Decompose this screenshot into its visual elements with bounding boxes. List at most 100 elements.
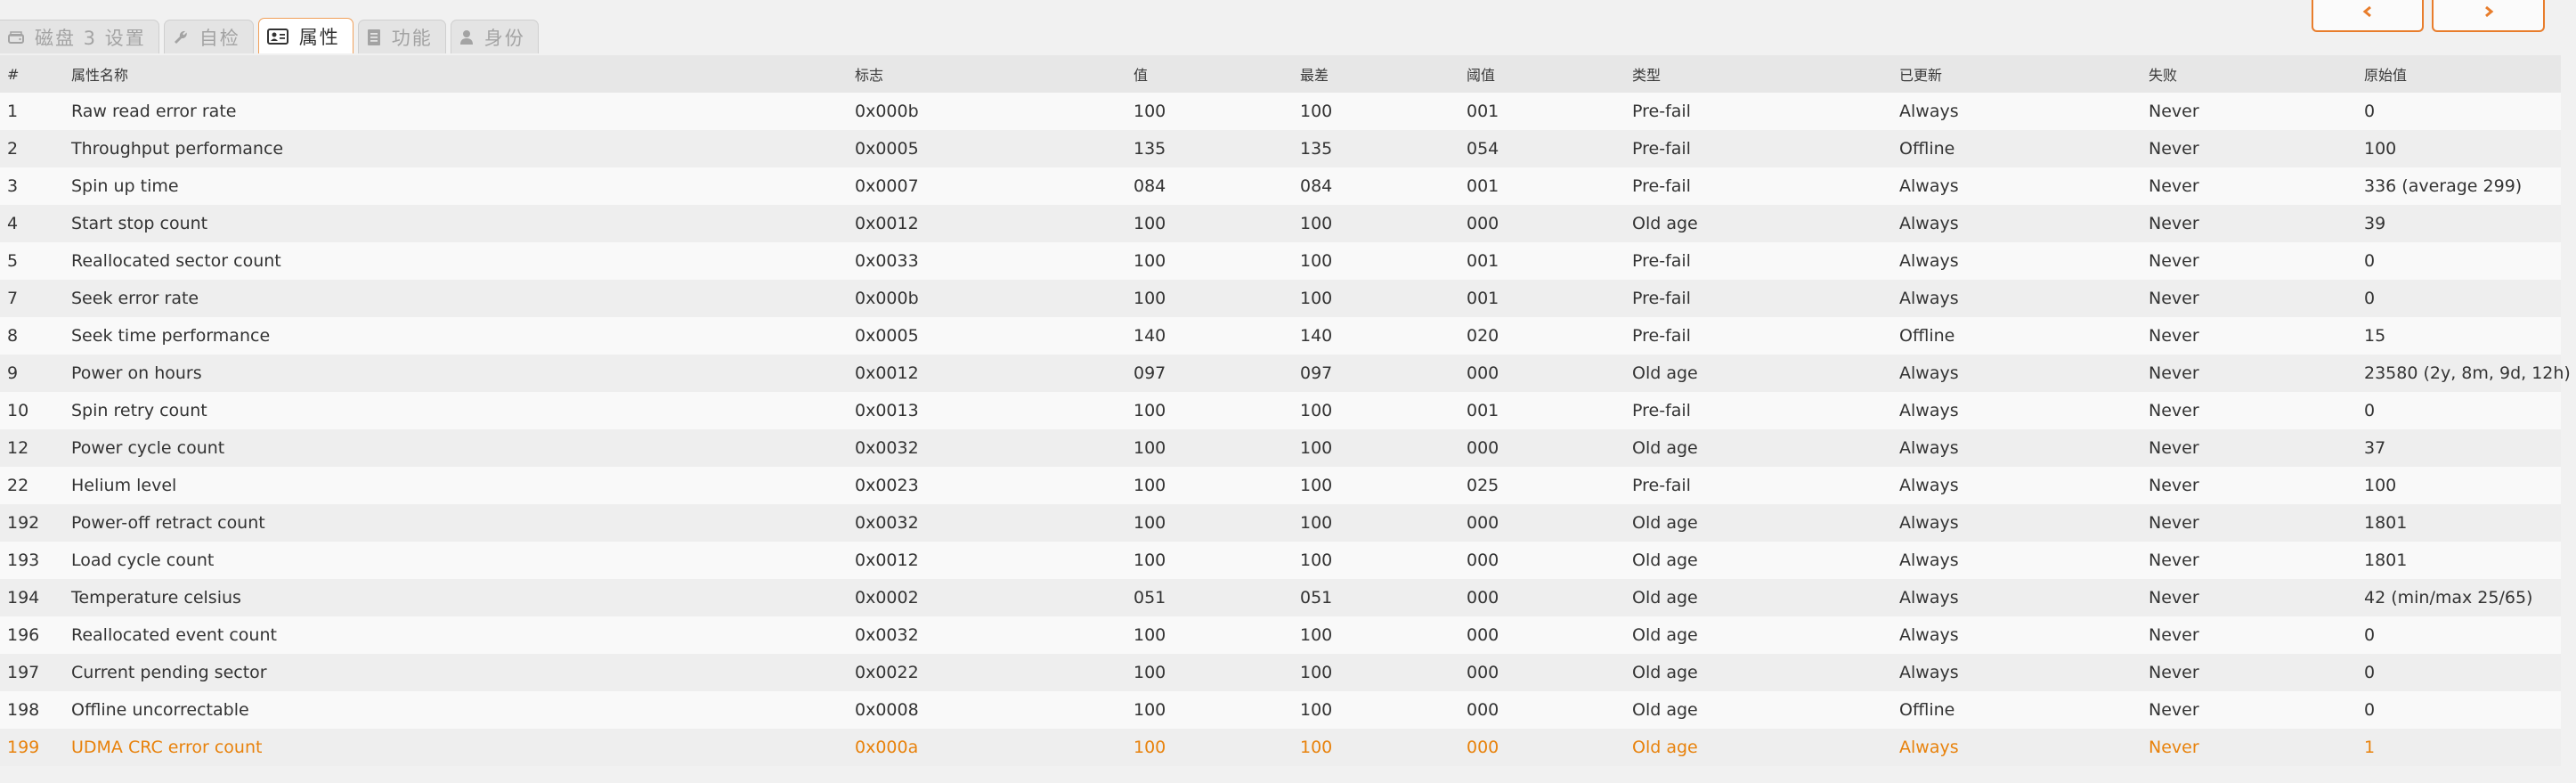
table-cell: 084 [1300, 176, 1333, 196]
table-cell: 0x0033 [855, 251, 919, 271]
table-cell: Always [1899, 214, 1959, 233]
table-cell: 100 [1300, 289, 1333, 308]
previous-button[interactable] [2312, 0, 2424, 32]
table-cell: Helium level [71, 476, 177, 495]
table-cell: Raw read error rate [71, 102, 237, 121]
table-row[interactable]: 196 Reallocated event count 0x0032 100 100 00… [0, 616, 2561, 654]
table-row[interactable]: 192 Power-off retract count 0x0032 100 100 00… [0, 504, 2561, 542]
table-cell: Temperature celsius [71, 588, 241, 608]
table-row[interactable]: 7 Seek error rate 0x000b 100 100 001 Pre-fail A… [0, 280, 2561, 317]
table-cell: Always [1899, 438, 1959, 458]
table-row[interactable]: 10 Spin retry count 0x0013 100 100 001 Pre-fai… [0, 392, 2561, 429]
table-cell: 100 [1300, 401, 1333, 420]
column-header: 标志 [855, 67, 884, 84]
table-cell: 15 [2364, 326, 2386, 346]
table-cell: 100 [1300, 476, 1333, 495]
smart-attributes-table: # 属性名称 标志 值 最差 阈值 类型 已更新 失败 原始值 1 Raw read error r… [0, 55, 2571, 766]
table-cell: Always [1899, 513, 1959, 533]
tab-disk-settings[interactable]: 磁盘 3 设置 [0, 20, 159, 53]
column-header: 最差 [1300, 67, 1329, 84]
table-cell: 084 [1134, 176, 1166, 196]
table-cell: 0x0032 [855, 438, 919, 458]
table-cell: 0 [2364, 102, 2376, 121]
table-cell: 100 [1134, 289, 1166, 308]
table-cell: 100 [1134, 625, 1166, 645]
table-cell: 140 [1300, 326, 1333, 346]
table-cell: 199 [7, 738, 40, 757]
table-row[interactable]: 22 Helium level 0x0023 100 100 025 Pre-fail Alw… [0, 467, 2561, 504]
table-cell: 1801 [2364, 551, 2408, 570]
tab-identity[interactable]: 身份 [450, 20, 539, 53]
table-cell: 051 [1134, 588, 1166, 608]
table-cell: Spin up time [71, 176, 179, 196]
table-cell: Pre-fail [1632, 289, 1691, 308]
tab-features[interactable]: 功能 [357, 20, 446, 53]
table-cell: 192 [7, 513, 40, 533]
table-row[interactable]: 12 Power cycle count 0x0032 100 100 000 Old ag… [0, 429, 2561, 467]
table-cell: 0x0012 [855, 363, 919, 383]
table-row[interactable]: 3 Spin up time 0x0007 084 084 001 Pre-fail Alwa… [0, 167, 2561, 205]
table-cell: Never [2149, 738, 2199, 757]
table-cell: 100 [1300, 438, 1333, 458]
table-row[interactable]: 9 Power on hours 0x0012 097 097 000 Old age Alw… [0, 355, 2571, 392]
table-cell: Always [1899, 476, 1959, 495]
table-cell: Always [1899, 401, 1959, 420]
table-cell: 001 [1467, 102, 1499, 121]
table-cell: 100 [1134, 401, 1166, 420]
table-cell: Old age [1632, 625, 1698, 645]
table-row[interactable]: 4 Start stop count 0x0012 100 100 000 Old age A… [0, 205, 2561, 242]
table-cell: 197 [7, 663, 40, 682]
table-cell: Old age [1632, 214, 1698, 233]
table-cell: 8 [7, 326, 19, 346]
tab-attributes[interactable]: 属性 [257, 18, 353, 53]
table-cell: Always [1899, 251, 1959, 271]
table-cell: 194 [7, 588, 40, 608]
table-cell: Always [1899, 625, 1959, 645]
table-cell: Pre-fail [1632, 176, 1691, 196]
table-cell: Start stop count [71, 214, 208, 233]
table-cell: 100 [1134, 476, 1166, 495]
table-cell: Always [1899, 663, 1959, 682]
table-cell: 0 [2364, 625, 2376, 645]
table-cell: Reallocated event count [71, 625, 277, 645]
table-row[interactable]: 198 Offline uncorrectable 0x0008 100 100 000 O… [0, 691, 2561, 729]
table-cell: 140 [1134, 326, 1166, 346]
next-button[interactable] [2432, 0, 2545, 32]
tab-self-test[interactable]: 自检 [163, 20, 254, 53]
chevron-left-icon [2362, 3, 2373, 22]
table-row[interactable]: 1 Raw read error rate 0x000b 100 100 001 Pre-f… [0, 93, 2561, 130]
table-cell: Old age [1632, 438, 1698, 458]
table-cell: 000 [1467, 588, 1499, 608]
table-cell: Never [2149, 363, 2199, 383]
table-cell: 100 [1300, 513, 1333, 533]
table-cell: 0x0012 [855, 214, 919, 233]
table-row[interactable]: 5 Reallocated sector count 0x0033 100 100 001… [0, 242, 2561, 280]
table-cell: 7 [7, 289, 19, 308]
column-header: # [7, 65, 20, 83]
table-cell: 054 [1467, 139, 1499, 159]
table-cell: Never [2149, 438, 2199, 458]
table-cell: Never [2149, 588, 2199, 608]
column-header: 原始值 [2364, 67, 2408, 84]
table-cell: 000 [1467, 625, 1499, 645]
table-cell: 0x000b [855, 102, 919, 121]
table-cell: 135 [1134, 139, 1166, 159]
column-header: 类型 [1632, 67, 1662, 84]
table-cell: Load cycle count [71, 551, 215, 570]
tab-label: 磁盘 3 设置 [35, 27, 146, 49]
table-cell: 0x0002 [855, 588, 919, 608]
table-cell: Current pending sector [71, 663, 267, 682]
table-row[interactable]: 193 Load cycle count 0x0012 100 100 000 Old ag… [0, 542, 2561, 579]
table-row[interactable]: 8 Seek time performance 0x0005 140 140 020 Pre… [0, 317, 2561, 355]
table-cell: Spin retry count [71, 401, 207, 420]
user-icon [459, 29, 474, 45]
table-cell: Never [2149, 102, 2199, 121]
table-row[interactable]: 2 Throughput performance 0x0005 135 135 054 Pr… [0, 130, 2561, 167]
table-row[interactable]: 194 Temperature celsius 0x0002 051 051 000 Old… [0, 579, 2561, 616]
table-row[interactable]: 197 Current pending sector 0x0022 100 100 000… [0, 654, 2561, 691]
table-cell: Never [2149, 401, 2199, 420]
table-cell: 100 [1300, 700, 1333, 720]
table-cell: 100 [2364, 139, 2397, 159]
table-row[interactable]: 199 UDMA CRC error count 0x000a 100 100 000 Ol… [0, 729, 2561, 766]
chevron-right-icon [2483, 3, 2494, 22]
